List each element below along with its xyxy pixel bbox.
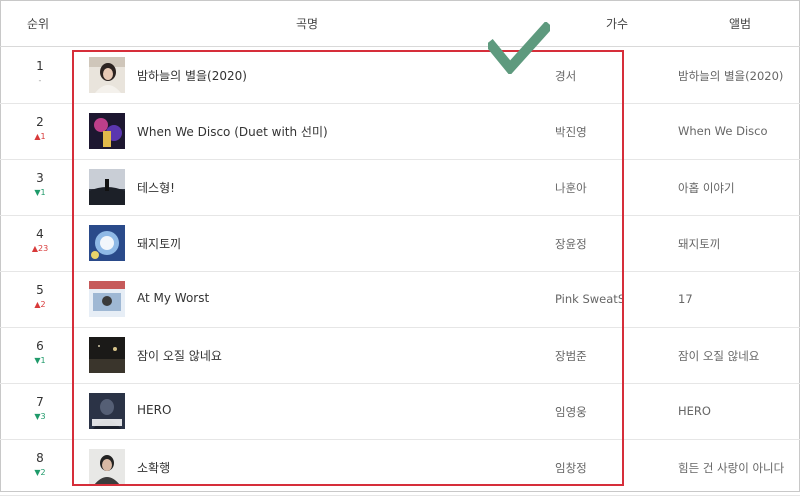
album-name[interactable]: 힘든 건 사랑이 아니다 (678, 460, 784, 476)
album-name[interactable]: 돼지토끼 (678, 236, 720, 252)
header-artist: 가수 (606, 17, 629, 31)
rank-change: ▲23 (31, 244, 49, 253)
rank-number: 7 (36, 395, 44, 409)
rank-number: 1 (36, 59, 44, 73)
rank-change: ▼3 (34, 412, 46, 421)
rank-number: 5 (36, 283, 44, 297)
rank-change: - (38, 76, 42, 85)
checkmark-icon (488, 22, 550, 74)
album-name[interactable]: 17 (678, 292, 693, 306)
rank-number: 4 (36, 227, 44, 241)
rank-number: 6 (36, 339, 44, 353)
album-name[interactable]: When We Disco (678, 124, 768, 138)
header-title: 곡명 (296, 17, 319, 31)
rank-number: 2 (36, 115, 44, 129)
album-name[interactable]: HERO (678, 404, 711, 418)
album-name[interactable]: 아홉 이야기 (678, 180, 735, 196)
rank-change: ▼1 (34, 188, 46, 197)
album-name[interactable]: 잠이 오질 않네요 (678, 348, 759, 364)
rank-number: 3 (36, 171, 44, 185)
album-name[interactable]: 밤하늘의 별을(2020) (678, 68, 783, 84)
header-rank: 순위 (27, 17, 50, 31)
table-header: 순위 곡명 가수 앨범 (0, 0, 800, 47)
header-album: 앨범 (729, 17, 752, 31)
highlight-box (72, 50, 624, 486)
rank-change: ▼1 (34, 356, 46, 365)
rank-change: ▲1 (34, 132, 46, 141)
rank-number: 8 (36, 451, 44, 465)
rank-change: ▲2 (34, 300, 46, 309)
rank-change: ▼2 (34, 468, 46, 477)
